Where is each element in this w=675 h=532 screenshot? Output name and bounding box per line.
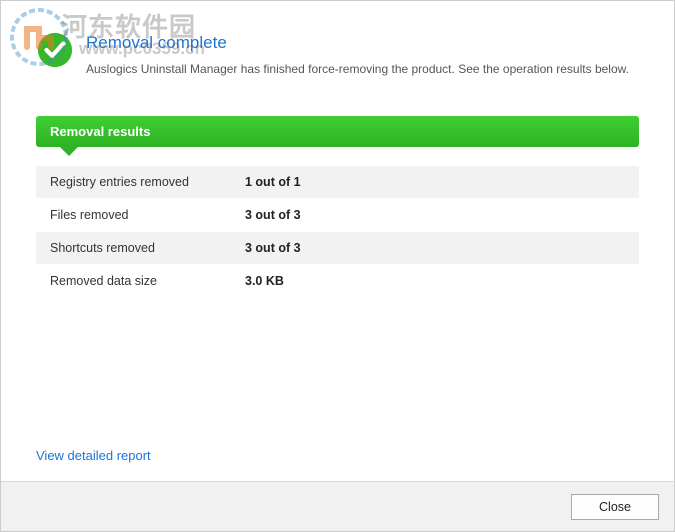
header-row: Removal complete Auslogics Uninstall Man…: [36, 31, 639, 78]
page-subtitle: Auslogics Uninstall Manager has finished…: [86, 61, 639, 78]
results-table: Registry entries removed 1 out of 1 File…: [36, 165, 639, 297]
main-content: Removal complete Auslogics Uninstall Man…: [1, 1, 674, 297]
result-label: Shortcuts removed: [50, 241, 245, 255]
results-section-header: Removal results: [36, 116, 639, 147]
table-row: Shortcuts removed 3 out of 3: [36, 231, 639, 264]
table-row: Files removed 3 out of 3: [36, 198, 639, 231]
result-label: Registry entries removed: [50, 175, 245, 189]
result-value: 3.0 KB: [245, 274, 284, 288]
result-label: Files removed: [50, 208, 245, 222]
close-button[interactable]: Close: [571, 494, 659, 520]
table-row: Registry entries removed 1 out of 1: [36, 165, 639, 198]
result-value: 3 out of 3: [245, 241, 301, 255]
view-detailed-report-link[interactable]: View detailed report: [36, 448, 151, 463]
result-value: 1 out of 1: [245, 175, 301, 189]
footer-bar: Close: [1, 481, 674, 531]
results-section-title: Removal results: [50, 124, 150, 139]
table-row: Removed data size 3.0 KB: [36, 264, 639, 297]
result-label: Removed data size: [50, 274, 245, 288]
page-title: Removal complete: [86, 33, 639, 53]
success-check-icon: [36, 31, 74, 69]
result-value: 3 out of 3: [245, 208, 301, 222]
